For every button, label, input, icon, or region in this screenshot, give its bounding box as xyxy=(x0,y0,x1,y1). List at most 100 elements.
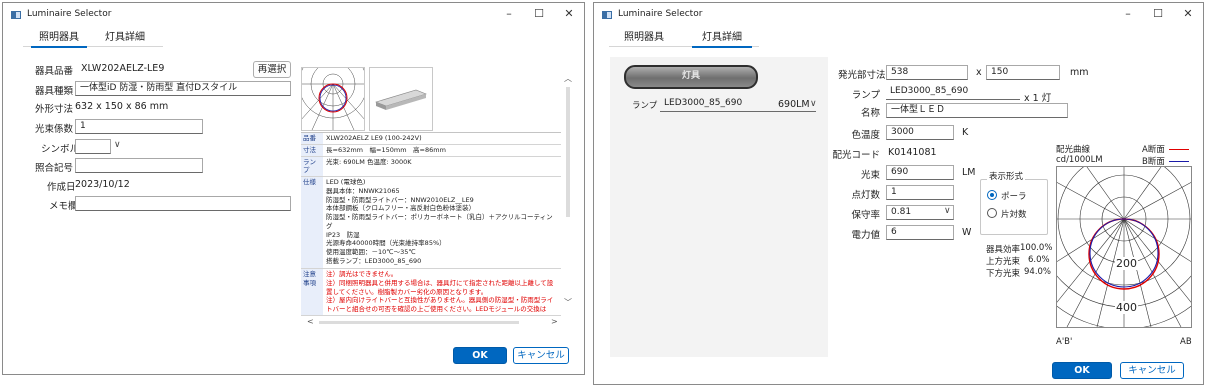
cancel-button[interactable]: キャンセル xyxy=(513,347,569,364)
ok-button[interactable]: OK xyxy=(1052,362,1112,379)
title-bar[interactable]: Luminaire Selector – ☐ ✕ xyxy=(3,3,584,27)
coef-field[interactable]: 1 xyxy=(75,119,203,134)
scroll-thumb[interactable] xyxy=(566,87,570,217)
symbol-select[interactable] xyxy=(75,139,111,154)
polar-chart: 200 400 xyxy=(1056,166,1192,328)
luminaire-product-icon xyxy=(375,89,427,110)
scroll-down-icon[interactable]: ﹀ xyxy=(564,297,572,308)
power-unit: W xyxy=(962,227,972,238)
polar-curve-icon xyxy=(291,49,375,131)
app-icon xyxy=(602,11,612,19)
count-field[interactable]: 1 xyxy=(886,185,954,200)
curve-left-label: A'B' xyxy=(1056,337,1073,347)
emit-height-field[interactable]: 150 xyxy=(986,65,1060,80)
close-button[interactable]: ✕ xyxy=(1173,5,1203,23)
chevron-down-icon[interactable]: ∨ xyxy=(810,99,817,109)
efficiency-down-value: 94.0% xyxy=(1024,267,1052,277)
name-label: 名称 xyxy=(860,108,880,119)
semilog-radio-label[interactable]: 片対数 xyxy=(1001,208,1027,220)
dist-code-label: 配光コード xyxy=(832,150,880,161)
name-field[interactable]: 一体型ＬＥＤ xyxy=(886,103,1068,118)
minimize-button[interactable]: – xyxy=(494,5,524,23)
lamp-panel: 灯具 ランプ LED3000_85_690 690LM ∨ xyxy=(610,57,828,357)
lamp-count: x 1 灯 xyxy=(1024,93,1052,104)
title-bar[interactable]: Luminaire Selector – ☐ ✕ xyxy=(594,3,1203,27)
memo-field[interactable] xyxy=(75,196,291,211)
spec-row-size: 寸法 長=632mm 幅=150mm 高=86mm xyxy=(301,144,561,157)
count-label: 点灯数 xyxy=(851,190,880,201)
spec-table[interactable]: 品番 XLW202AELZ LE9 (100-242V) 寸法 長=632mm … xyxy=(301,132,561,317)
ring-label-200: 200 xyxy=(1115,257,1138,270)
color-temp-unit: K xyxy=(962,127,969,138)
ring-label-400: 400 xyxy=(1115,301,1138,314)
flux-label: 光束 xyxy=(860,170,880,181)
tab-lamp-detail[interactable]: 灯具詳細 xyxy=(97,30,153,48)
minimize-button[interactable]: – xyxy=(1113,5,1143,23)
light-distribution-thumbnail xyxy=(291,49,375,131)
display-format-title: 表示形式 xyxy=(987,170,1026,182)
reselect-button[interactable]: 再選択 xyxy=(253,61,291,78)
type-field[interactable]: 一体型iD 防湿・防雨型 直付Dスタイル xyxy=(75,81,291,96)
spec-value: 長=632mm 幅=150mm 高=86mm xyxy=(326,145,446,154)
scroll-up-icon[interactable]: ︿ xyxy=(564,73,572,84)
spec-row-notes: 注意事項 注）調光はできません。 注）同梱照明器具と併用する場合は、器具灯にて指… xyxy=(301,269,561,316)
app-icon xyxy=(11,11,21,19)
vertical-scrollbar[interactable]: ︿ ﹀ xyxy=(562,67,574,317)
luminaire-image xyxy=(369,67,433,131)
polar-radio[interactable] xyxy=(987,190,997,200)
legend-b-line xyxy=(1169,161,1189,162)
type-label: 器具種類 xyxy=(35,86,74,97)
spec-value: 注）調光はできません。 注）同梱照明器具と併用する場合は、器具灯にて指定された距… xyxy=(326,270,554,314)
efficiency-total-label: 器具効率 xyxy=(986,245,1021,255)
flux-unit: LM xyxy=(962,167,976,178)
lamp-label: ランプ xyxy=(851,90,880,101)
legend-a-label: A断面 xyxy=(1142,145,1165,155)
tab-luminaire[interactable]: 照明器具 xyxy=(31,30,87,48)
curve-right-label: AB xyxy=(1180,337,1192,347)
lamp-select-label: ランプ xyxy=(632,101,658,111)
spec-key: 品番 xyxy=(301,133,323,144)
scroll-thumb-h[interactable] xyxy=(319,321,519,324)
cancel-button[interactable]: キャンセル xyxy=(1120,362,1184,379)
legend-a-line xyxy=(1169,149,1189,150)
power-field[interactable]: 6 xyxy=(886,225,954,240)
window-title: Luminaire Selector xyxy=(27,9,112,19)
ref-field[interactable] xyxy=(75,158,203,173)
curve-unit: cd/1000LM xyxy=(1056,155,1103,165)
maximize-button[interactable]: ☐ xyxy=(524,5,554,23)
memo-label: メモ欄 xyxy=(49,201,78,212)
chevron-down-icon[interactable]: ∨ xyxy=(944,206,951,216)
size-value: 632 x 150 x 86 mm xyxy=(75,101,169,112)
lamp-button[interactable]: 灯具 xyxy=(624,65,758,89)
date-value: 2023/10/12 xyxy=(75,179,130,190)
spec-key: 寸法 xyxy=(301,144,323,156)
spec-key: ランプ xyxy=(301,156,323,177)
color-temp-field[interactable]: 3000 xyxy=(886,125,954,140)
maximize-button[interactable]: ☐ xyxy=(1143,5,1173,23)
tab-luminaire[interactable]: 照明器具 xyxy=(616,30,672,48)
ok-button[interactable]: OK xyxy=(453,347,507,364)
luminaire-selector-window-1: Luminaire Selector – ☐ ✕ 照明器具 灯具詳細 器具品番 … xyxy=(2,2,585,375)
spec-key: 仕様 xyxy=(301,177,323,269)
window-title: Luminaire Selector xyxy=(618,9,703,19)
spec-key: 注意事項 xyxy=(301,269,323,315)
lamp-field[interactable]: LED3000_85_690 xyxy=(886,85,1020,100)
tab-lamp-detail[interactable]: 灯具詳細 xyxy=(692,30,752,48)
dist-code-value: K0141081 xyxy=(888,147,937,158)
luminaire-selector-window-2: Luminaire Selector – ☐ ✕ 照明器具 灯具詳細 灯具 ラン… xyxy=(593,2,1204,385)
close-button[interactable]: ✕ xyxy=(554,5,584,23)
scroll-right-icon[interactable]: > xyxy=(551,317,558,326)
semilog-radio[interactable] xyxy=(987,208,997,218)
horizontal-scrollbar[interactable]: < > xyxy=(301,317,562,327)
maint-label: 保守率 xyxy=(851,210,880,221)
scroll-left-icon[interactable]: < xyxy=(307,317,314,326)
product-no-label: 器具品番 xyxy=(35,66,74,77)
chevron-down-icon[interactable]: ∨ xyxy=(114,140,121,150)
emit-width-field[interactable]: 538 xyxy=(886,65,968,80)
polar-radio-label[interactable]: ポーラ xyxy=(1001,190,1027,202)
flux-field[interactable]: 690 xyxy=(886,165,954,180)
spec-row-product: 品番 XLW202AELZ LE9 (100-242V) xyxy=(301,133,561,145)
spec-row-details: 仕様 LED (電球色) 器具本体：NNWK21065 防湿型・防雨型ライトバー… xyxy=(301,177,561,270)
symbol-label: シンボル xyxy=(41,144,80,155)
spec-value: 光束: 690LM 色温度: 3000K xyxy=(326,157,412,166)
